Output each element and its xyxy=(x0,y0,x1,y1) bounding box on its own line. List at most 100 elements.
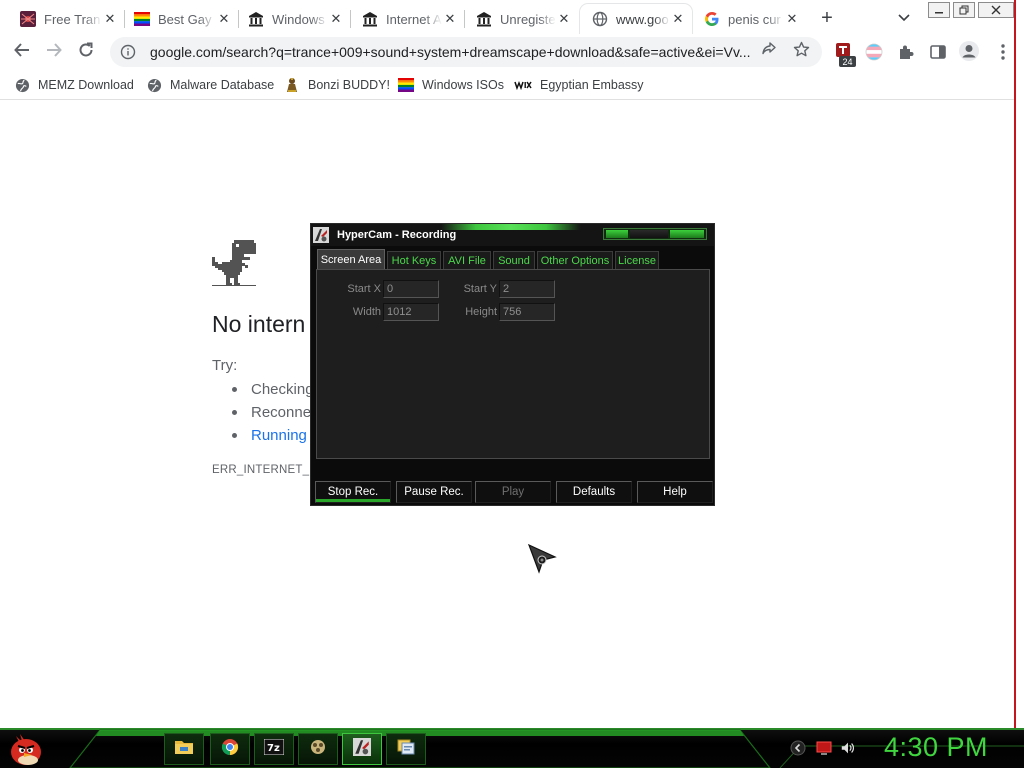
close-icon[interactable]: ✕ xyxy=(328,11,344,27)
start-x-field[interactable]: 0 xyxy=(383,280,439,298)
forward-button[interactable] xyxy=(40,38,68,66)
rainbow-flag-icon xyxy=(398,77,414,93)
new-tab-button[interactable]: + xyxy=(814,7,840,29)
bookmark-label: Malware Database xyxy=(170,78,275,92)
offline-dino-icon xyxy=(212,240,256,286)
tab-free-tran[interactable]: Free Tran ✕ xyxy=(8,4,124,34)
tab-title: Internet A xyxy=(386,11,442,27)
close-icon[interactable]: ✕ xyxy=(216,11,232,27)
defaults-button[interactable]: Defaults xyxy=(556,481,632,503)
start-button-angry-bird-icon[interactable] xyxy=(6,730,46,768)
tab-avi-file[interactable]: AVI File xyxy=(443,251,491,269)
hypercam-minimize-button[interactable] xyxy=(606,230,628,238)
tab-google-search[interactable]: penis cur ✕ xyxy=(692,4,806,34)
restore-button[interactable] xyxy=(953,2,975,18)
suggestion-link[interactable]: Running xyxy=(232,427,307,444)
tab-screen-area[interactable]: Screen Area xyxy=(317,249,385,269)
hypercam-window-controls xyxy=(603,228,707,240)
tab-title: penis cur xyxy=(728,11,781,27)
help-button[interactable]: Help xyxy=(637,481,713,503)
error-title: No intern xyxy=(212,311,306,337)
minimize-button[interactable] xyxy=(928,2,950,18)
taskbar-file-explorer[interactable] xyxy=(164,733,204,765)
globe-icon xyxy=(146,77,162,93)
close-icon[interactable]: ✕ xyxy=(784,11,800,27)
url-text[interactable]: google.com/search?q=trance+009+sound+sys… xyxy=(150,44,760,60)
site-info-icon[interactable] xyxy=(120,44,136,60)
suggestion-item: Checking xyxy=(232,381,314,398)
taskbar-files[interactable] xyxy=(386,733,426,765)
profile-avatar-icon[interactable] xyxy=(958,40,980,62)
archive-building-favicon xyxy=(362,11,378,27)
close-window-button[interactable] xyxy=(978,2,1014,18)
hypercam-title-bar[interactable]: HyperCam - Recording xyxy=(311,224,714,246)
bookmark-egyptian-embassy[interactable]: Egyptian Embassy xyxy=(514,75,644,95)
bookmark-memz-download[interactable]: MEMZ Download xyxy=(14,75,134,95)
play-button[interactable]: Play xyxy=(475,481,551,503)
share-icon[interactable] xyxy=(760,40,778,58)
globe-icon xyxy=(14,77,30,93)
mouse-cursor-icon xyxy=(527,543,559,575)
bookmark-malware-database[interactable]: Malware Database xyxy=(146,75,274,95)
pause-rec-button[interactable]: Pause Rec. xyxy=(396,481,472,503)
close-icon[interactable]: ✕ xyxy=(102,11,118,27)
start-x-label: Start X xyxy=(347,283,381,295)
globe-favicon xyxy=(592,11,608,27)
close-icon[interactable]: ✕ xyxy=(556,11,572,27)
bookmark-windows-isos[interactable]: Windows ISOs xyxy=(398,75,504,95)
hypercam-maximize-button[interactable] xyxy=(630,230,668,238)
window-border-accent xyxy=(1014,0,1016,730)
tab-title: www.goo xyxy=(616,11,669,27)
taskbar-hypercam[interactable] xyxy=(342,733,382,765)
bookmark-bonzi-buddy[interactable]: Bonzi BUDDY! xyxy=(284,75,390,95)
bookmark-label: Windows ISOs xyxy=(422,78,504,92)
tab-windows[interactable]: Windows ✕ xyxy=(236,4,350,34)
tab-unregistered[interactable]: Unregiste ✕ xyxy=(464,4,578,34)
tab-search-button[interactable] xyxy=(893,8,915,28)
rainbow-flag-favicon xyxy=(134,11,150,27)
start-y-field[interactable]: 2 xyxy=(499,280,555,298)
files-icon xyxy=(396,738,416,761)
height-field[interactable]: 756 xyxy=(499,303,555,321)
svg-text:7z: 7z xyxy=(267,743,280,754)
hypercam-window[interactable]: HyperCam - Recording Screen Area Hot Key… xyxy=(310,223,715,506)
side-panel-icon[interactable] xyxy=(928,42,948,62)
tab-sound[interactable]: Sound xyxy=(493,251,535,269)
taskbar-media[interactable] xyxy=(298,733,338,765)
trans-flag-extension-icon[interactable] xyxy=(864,42,884,62)
tray-display-icon[interactable] xyxy=(816,740,832,756)
reload-button[interactable] xyxy=(72,38,100,66)
back-button[interactable] xyxy=(8,38,36,66)
tab-google-active[interactable]: www.goo ✕ xyxy=(580,4,692,34)
forward-arrow-icon xyxy=(45,41,63,64)
bookmark-label: Bonzi BUDDY! xyxy=(308,78,390,92)
close-icon[interactable]: ✕ xyxy=(670,11,686,27)
close-icon[interactable]: ✕ xyxy=(442,11,458,27)
menu-kebab-icon[interactable] xyxy=(993,42,1013,62)
bookmark-star-icon[interactable] xyxy=(792,40,810,58)
taskbar-chrome[interactable] xyxy=(210,733,250,765)
hypercam-button-row: Stop Rec. Pause Rec. Play Defaults Help xyxy=(311,481,714,505)
tab-internet-archive[interactable]: Internet A ✕ xyxy=(350,4,464,34)
tab-best-gay[interactable]: Best Gay ✕ xyxy=(122,4,238,34)
taskbar-clock[interactable]: 4:30 PM xyxy=(884,732,988,763)
extensions-puzzle-icon[interactable] xyxy=(896,42,916,62)
taskbar-7zip[interactable]: 7z xyxy=(254,733,294,765)
address-bar[interactable]: google.com/search?q=trance+009+sound+sys… xyxy=(110,37,822,67)
spider-favicon xyxy=(20,11,36,27)
stop-rec-button[interactable]: Stop Rec. xyxy=(315,481,391,503)
tab-hot-keys[interactable]: Hot Keys xyxy=(387,251,441,269)
hypercam-close-button[interactable] xyxy=(670,230,704,238)
tray-chevron-icon[interactable] xyxy=(790,740,806,756)
taskbar: 7z 4:30 PM xyxy=(0,728,1024,768)
start-y-label: Start Y xyxy=(463,283,497,295)
archive-building-favicon xyxy=(476,11,492,27)
width-field[interactable]: 1012 xyxy=(383,303,439,321)
tab-license[interactable]: License xyxy=(615,251,659,269)
tab-other-options[interactable]: Other Options xyxy=(537,251,613,269)
tab-strip: Free Tran ✕ Best Gay ✕ Windows ✕ Interne… xyxy=(0,0,1014,34)
media-icon xyxy=(308,738,328,761)
hypercam-icon xyxy=(353,737,371,761)
volume-icon[interactable] xyxy=(840,740,856,756)
tab-title: Best Gay xyxy=(158,11,212,27)
